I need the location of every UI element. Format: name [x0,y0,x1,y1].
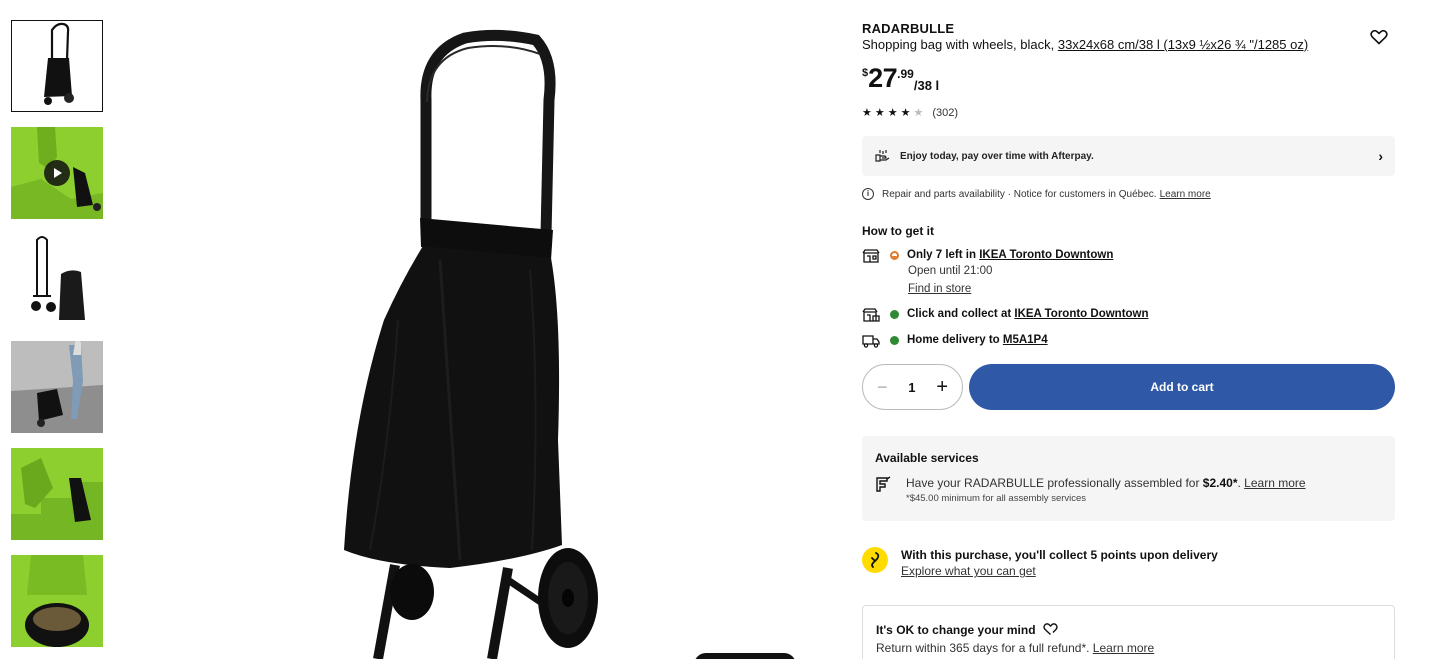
product-name: RADARBULLE [862,21,955,36]
star-icon: ★ [874,107,885,119]
assembly-text: Have your RADARBULLE professionally asse… [906,476,1203,490]
thumbnail-product-front[interactable] [11,20,103,112]
product-description-text: Shopping bag with wheels, black, [862,37,1058,52]
thumbnail-lifestyle-stairs[interactable] [11,448,103,540]
returns-title: It's OK to change your mind [876,623,1036,637]
click-collect-icon [862,308,880,322]
product-measurements-link[interactable]: 33x24x68 cm/38 l (13x9 ½x26 ¾ "/1285 oz) [1058,37,1308,52]
store-stock-text: Only 7 left in IKEA Toronto Downtown [907,249,1113,261]
half-star-icon: ★ [913,107,924,119]
price-integer: 27 [868,63,898,93]
afterpay-banner[interactable]: Enjoy today, pay over time with Afterpay… [862,136,1395,176]
afterpay-hand-icon [875,150,890,162]
add-to-cart-button[interactable]: Add to cart [969,364,1395,410]
thumbnail-lifestyle-street[interactable] [11,341,103,433]
services-title: Available services [875,451,979,465]
find-in-store-link[interactable]: Find in store [908,283,971,295]
image-nav-pill[interactable] [694,653,796,659]
review-count[interactable]: (302) [932,107,958,119]
returns-text: Return within 365 days for a full refund… [876,641,1093,655]
collect-store-link[interactable]: IKEA Toronto Downtown [1014,308,1148,320]
returns-heart-icon [1043,623,1058,636]
increase-quantity-button[interactable]: + [936,376,948,399]
assembly-service-line: Have your RADARBULLE professionally asse… [906,476,1306,490]
store-link[interactable]: IKEA Toronto Downtown [979,249,1113,261]
collect-prefix: Click and collect at [907,308,1015,320]
thumbnail-product-folded[interactable] [11,234,103,326]
points-text: With this purchase, you'll collect 5 poi… [901,548,1218,562]
play-icon[interactable] [44,160,70,186]
quantity-stepper: − 1 + [862,364,963,410]
truck-icon [862,335,880,348]
available-services-box: Available services Have your RADARBULLE … [862,436,1395,521]
assembly-icon [876,476,891,492]
product-price: $ 27 .99 /38 l [862,62,939,94]
repair-notice: i Repair and parts availability · Notice… [862,188,1211,200]
services-learn-more-link[interactable]: Learn more [1244,476,1305,490]
thumbnail-lifestyle-bag-open[interactable] [11,555,103,647]
explore-rewards-link[interactable]: Explore what you can get [901,564,1036,578]
star-icon: ★ [887,107,898,119]
postal-code-link[interactable]: M5A1P4 [1003,334,1048,346]
click-collect-text: Click and collect at IKEA Toronto Downto… [907,308,1149,320]
store-hours: Open until 21:00 [908,265,993,277]
star-icon: ★ [862,107,872,119]
how-to-get-it-heading: How to get it [862,224,934,238]
notice-learn-more-link[interactable]: Learn more [1160,189,1211,200]
heart-icon[interactable] [1370,29,1388,45]
returns-line: Return within 365 days for a full refund… [876,641,1154,655]
returns-box: It's OK to change your mind Return withi… [862,605,1395,659]
assembly-price: $2.40* [1202,476,1238,490]
available-indicator [890,336,899,345]
store-icon [862,249,880,263]
points-icon [862,547,888,573]
low-stock-indicator [890,251,899,260]
quantity-value[interactable]: 1 [908,380,915,395]
click-collect-row: Click and collect at IKEA Toronto Downto… [862,308,1149,322]
available-indicator [890,310,899,319]
stock-prefix: Only 7 left in [907,249,980,261]
returns-learn-more-link[interactable]: Learn more [1093,641,1154,655]
notice-text: Repair and parts availability · Notice f… [882,188,1157,200]
decrease-quantity-button[interactable]: − [877,377,888,398]
home-delivery-row: Home delivery to M5A1P4 [862,334,1048,348]
store-stock-row: Only 7 left in IKEA Toronto Downtown [862,249,1113,263]
product-rating[interactable]: ★ ★ ★ ★ ★ (302) [862,107,958,119]
info-icon: i [862,188,874,200]
main-product-image[interactable] [300,20,640,659]
afterpay-text: Enjoy today, pay over time with Afterpay… [900,150,1094,162]
home-delivery-text: Home delivery to M5A1P4 [907,334,1048,346]
delivery-prefix: Home delivery to [907,334,1003,346]
price-decimal: .99 [897,67,914,81]
chevron-right-icon: › [1378,148,1383,164]
thumbnail-video[interactable] [11,127,103,219]
product-description: Shopping bag with wheels, black, 33x24x6… [862,37,1308,52]
star-icon: ★ [900,107,911,119]
assembly-minimum-note: *$45.00 minimum for all assembly service… [906,493,1087,504]
price-unit: /38 l [913,78,940,93]
